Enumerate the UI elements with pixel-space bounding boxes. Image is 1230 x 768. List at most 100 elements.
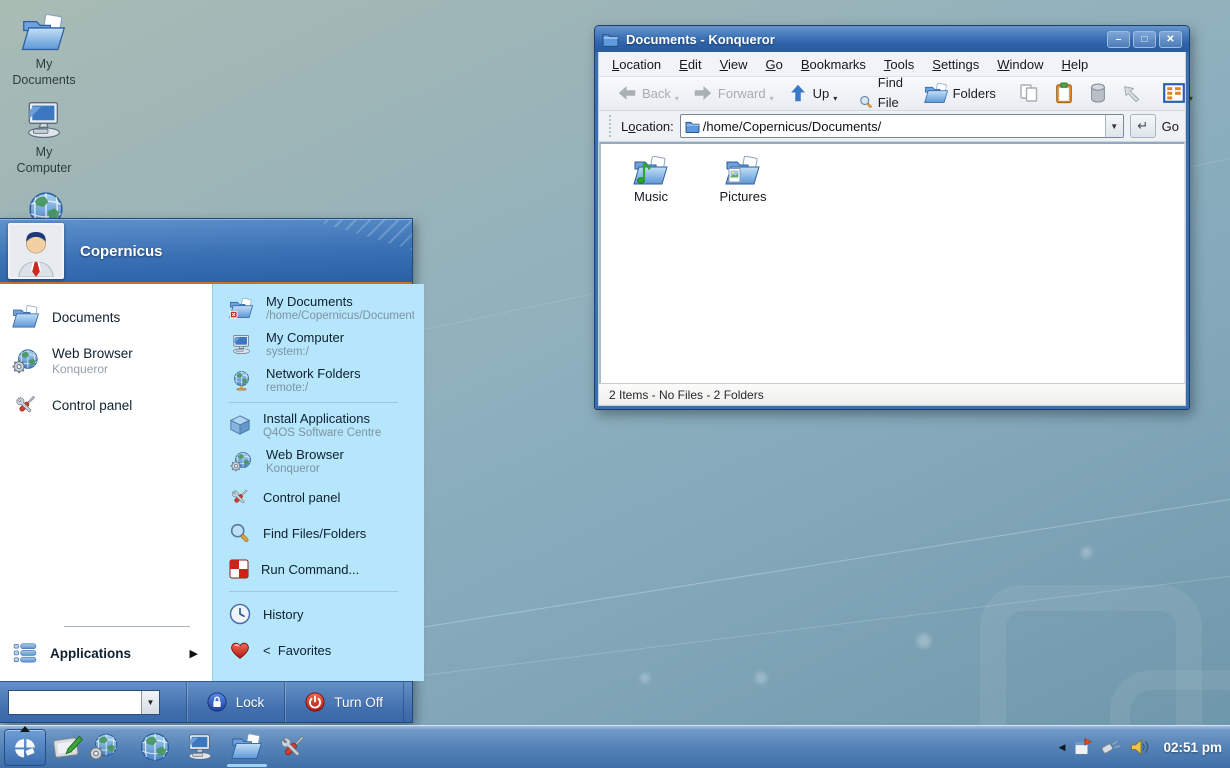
folders-button[interactable]: Folders [918, 81, 1002, 107]
menu-item-my-documents[interactable]: My Documents /home/Copernicus/Documents [213, 290, 424, 326]
back-button[interactable]: Back ▾ [610, 80, 685, 107]
forward-dropdown-icon[interactable]: ▾ [770, 94, 774, 104]
statusbar: 2 Items - No Files - 2 Folders [599, 383, 1185, 405]
menu-view[interactable]: View [711, 54, 757, 75]
menu-item-install-applications[interactable]: Install Applications Q4OS Software Centr… [213, 407, 424, 443]
folder-view[interactable]: Music Pictures [599, 142, 1185, 383]
computer-icon [21, 100, 67, 140]
search-icon [229, 522, 251, 544]
back-label: Back [642, 84, 671, 104]
minimize-button[interactable]: – [1107, 31, 1130, 48]
maximize-button[interactable]: □ [1133, 31, 1156, 48]
paste-button[interactable] [1047, 80, 1081, 107]
item-sublabel: Konqueror [266, 463, 344, 475]
menu-item-web-browser[interactable]: Web Browser Konqueror [0, 338, 212, 384]
start-menu-header: Copernicus [0, 219, 412, 282]
go-enter-button[interactable]: ↵ [1130, 114, 1156, 138]
menu-item-control-panel[interactable]: Control panel [213, 479, 424, 515]
lock-button[interactable]: Lock [186, 682, 285, 722]
location-combobox[interactable]: ▼ [680, 114, 1124, 138]
file-item-music[interactable]: Music [617, 156, 685, 204]
locationbar-grip[interactable] [608, 115, 612, 137]
menu-window[interactable]: Window [988, 54, 1052, 75]
view-mode-button[interactable]: ▾ [1157, 80, 1199, 107]
user-avatar[interactable] [8, 223, 64, 279]
file-label: Music [617, 189, 685, 204]
turn-off-label: Turn Off [334, 695, 383, 710]
heart-icon [229, 639, 251, 661]
search-dropdown-button[interactable]: ▼ [141, 691, 159, 714]
menu-settings[interactable]: Settings [923, 54, 988, 75]
search-input[interactable] [9, 691, 141, 714]
item-label: Control panel [52, 398, 132, 413]
menu-item-run-command[interactable]: Run Command... [213, 551, 424, 587]
desktop-icon-my-documents[interactable]: My Documents [8, 14, 80, 89]
search-combobox[interactable]: ▼ [8, 690, 160, 715]
desktop-icon-label: My Documents [8, 56, 80, 89]
menu-help[interactable]: Help [1053, 54, 1098, 75]
back-dropdown-icon[interactable]: ▾ [675, 94, 679, 104]
folders-label: Folders [953, 84, 996, 104]
desktop-icon-my-computer[interactable]: My Computer [8, 100, 80, 177]
pictures-folder-icon [725, 156, 761, 186]
menu-item-web-browser[interactable]: Web Browser Konqueror [213, 443, 424, 479]
forward-arrow-icon [692, 82, 714, 104]
go-label[interactable]: Go [1162, 119, 1179, 134]
user-name: Copernicus [80, 243, 163, 260]
location-input[interactable] [700, 119, 1105, 134]
up-button[interactable]: Up ▾ [781, 80, 844, 107]
menu-edit[interactable]: Edit [670, 54, 710, 75]
up-label: Up [813, 84, 830, 104]
location-dropdown-button[interactable]: ▼ [1105, 115, 1123, 137]
tray-volume-icon[interactable] [1129, 737, 1151, 757]
quicklaunch-my-computer-icon[interactable] [184, 731, 216, 763]
quicklaunch-notes-icon[interactable] [52, 731, 84, 763]
menu-item-find-files[interactable]: Find Files/Folders [213, 515, 424, 551]
taskbar-clock[interactable]: 02:51 pm [1163, 740, 1222, 755]
item-label: Favorites [278, 643, 331, 658]
start-menu: Copernicus Documents Web Browser Konquer… [0, 218, 413, 723]
item-label: Find Files/Folders [263, 526, 366, 541]
menu-item-applications[interactable]: Applications ▶ [0, 633, 212, 673]
find-file-button[interactable]: Find File [853, 71, 916, 116]
shred-button[interactable] [1115, 81, 1147, 106]
tray-collapse-icon[interactable]: ◀ [1059, 742, 1066, 753]
quicklaunch-control-panel-icon[interactable] [277, 731, 309, 763]
quicklaunch-konqueror-icon[interactable] [88, 731, 120, 763]
view-dropdown-icon[interactable]: ▾ [1189, 94, 1193, 104]
up-dropdown-icon[interactable]: ▾ [833, 94, 837, 104]
close-button[interactable]: ✕ [1159, 31, 1182, 48]
folder-icon [21, 14, 67, 52]
find-file-label: Find File [878, 73, 911, 113]
turn-off-button[interactable]: Turn Off [284, 682, 403, 722]
lock-icon [207, 692, 227, 712]
menu-item-network-folders[interactable]: Network Folders remote:/ [213, 362, 424, 398]
item-sublabel: /home/Copernicus/Documents [266, 310, 414, 322]
toolbar: Back ▾ Forward ▾ Up ▾ Find File [599, 77, 1185, 111]
file-item-pictures[interactable]: Pictures [709, 156, 777, 204]
menu-item-control-panel[interactable]: Control panel [0, 384, 212, 426]
tray-device-icon[interactable] [1101, 737, 1121, 757]
forward-button[interactable]: Forward ▾ [686, 80, 780, 107]
quicklaunch-web-globe-icon[interactable] [139, 731, 171, 763]
icon-view-icon [1163, 82, 1185, 104]
wallpaper-blob [755, 672, 767, 684]
menu-go[interactable]: Go [757, 54, 792, 75]
tray-session-icon[interactable] [1073, 737, 1093, 757]
active-task-indicator [227, 764, 267, 767]
menu-item-history[interactable]: History [213, 596, 424, 632]
menu-item-favorites[interactable]: < Favorites [213, 632, 424, 668]
folder-icon [924, 83, 949, 104]
start-button[interactable] [4, 729, 46, 766]
menu-item-my-computer[interactable]: My Computer system:/ [213, 326, 424, 362]
delete-button[interactable] [1082, 81, 1114, 106]
copy-button[interactable] [1012, 80, 1046, 107]
item-label: My Documents [266, 294, 414, 309]
menu-location[interactable]: Location [603, 54, 670, 75]
menu-item-documents[interactable]: Documents [0, 296, 212, 338]
taskbar: ◀ 02:51 pm [0, 725, 1230, 768]
shred-icon [1121, 83, 1141, 103]
task-file-manager-icon[interactable] [231, 731, 263, 763]
wallpaper-blob [917, 634, 931, 648]
window-titlebar[interactable]: Documents - Konqueror – □ ✕ [595, 26, 1189, 52]
